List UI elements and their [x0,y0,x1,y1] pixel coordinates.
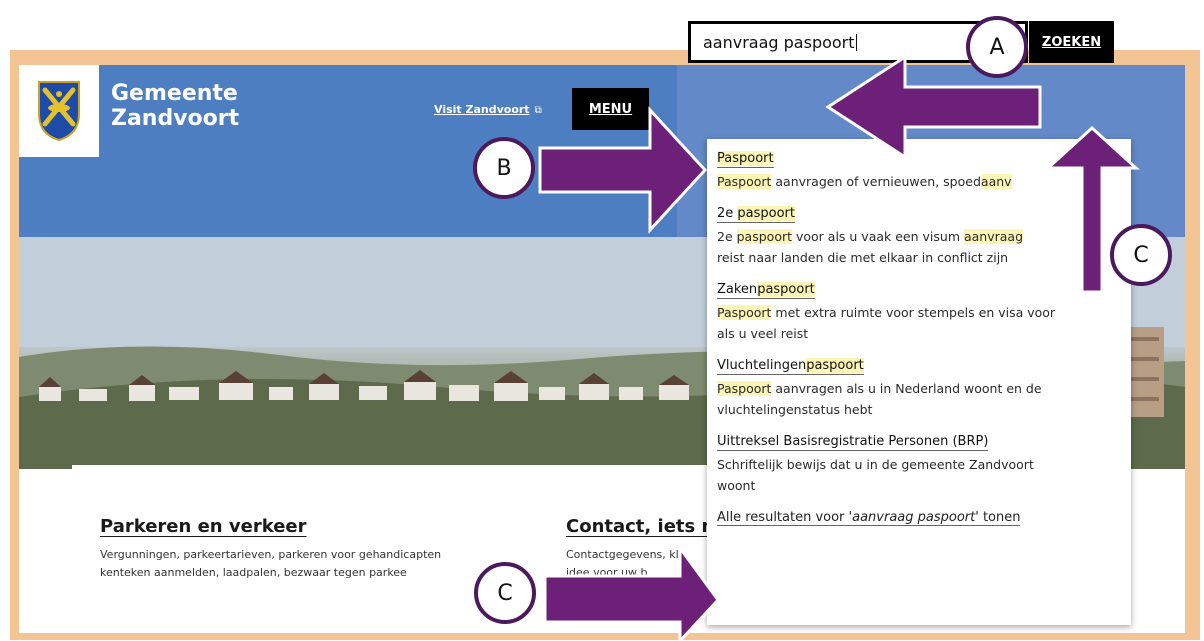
card-contact-description: Contactgegevens, kla idee voor uw b [566,546,685,582]
search-button[interactable]: ZOEKEN [1029,21,1114,63]
site-brand[interactable]: Gemeente Zandvoort [111,81,239,131]
coat-of-arms-icon [38,81,80,142]
card-contact-title[interactable]: Contact, iets m [566,516,720,537]
card-parkeren-description: Vergunningen, parkeertarieven, parkeren … [100,546,441,582]
card-parkeren-line-1: Vergunningen, parkeertarieven, parkeren … [100,548,442,561]
suggestion-description-line: 2e paspoort voor als u vaak een visum aa… [717,226,1121,247]
suggestion-desc-part: aanv [980,174,1012,189]
suggestion-description: Paspoort aanvragen of vernieuwen, spoeda… [717,171,1121,192]
suggestion-item[interactable]: Vluchtelingenpaspoort Paspoort aanvragen … [717,358,1121,420]
suggestion-description-line: Schriftelijk bewijs dat u in de gemeente… [717,454,1121,475]
card-parkeren-title[interactable]: Parkeren en verkeer [100,516,306,537]
suggestion-description-line: woont [717,478,756,493]
brand-line-2: Zandvoort [111,106,240,131]
brand-line-1: Gemeente [111,81,238,106]
suggestion-description-line: als u veel reist [717,326,809,341]
suggestion-description-line: vluchtelingenstatus hebt [717,402,873,417]
suggestion-title-part: Vluchtelingen [717,358,807,373]
suggestion-desc-part: met extra ruimte voor stempels en visa v… [771,305,1056,320]
suggestion-item[interactable]: Zakenpaspoort Paspoort met extra ruimte v… [717,282,1121,344]
suggestion-desc-part: Paspoort [717,174,772,189]
header-bar: Gemeente Zandvoort Visit Zandvoort ⧉ MENU [19,65,677,237]
callout-c-right: C [1110,224,1172,286]
suggestion-desc-part: aanvragen als u in Nederland woont en de [771,381,1042,396]
card-contact-line-2: idee voor uw b [566,566,648,579]
text-cursor [855,33,857,51]
suggestion-description-line: Paspoort met extra ruimte voor stempels … [717,302,1121,323]
suggestion-title-part: Zaken [717,282,758,297]
callout-c-bottom: C [474,562,536,624]
suggestion-description-line: Paspoort aanvragen of vernieuwen, spoeda… [717,171,1121,192]
suggestion-desc-part: 2e [717,229,737,244]
suggestion-description: 2e paspoort voor als u vaak een visum aa… [717,226,1121,268]
visit-link-label: Visit Zandvoort [434,103,530,116]
all-results-query: aanvraag paspoort [852,510,976,525]
suggestion-title-part: Uittreksel Basisregistratie Personen (BR… [717,434,989,449]
search-input-value: aanvraag paspoort [703,32,855,52]
logo[interactable] [19,65,99,157]
suggestion-title: Uittreksel Basisregistratie Personen (BR… [717,434,989,451]
suggestion-desc-part: paspoort [736,229,793,244]
suggestion-description: Schriftelijk bewijs dat u in de gemeente… [717,454,1121,496]
card-contact-line-1: Contactgegevens, kla [566,548,686,561]
suggestion-title: Paspoort [717,151,774,168]
suggestion-description: Paspoort met extra ruimte voor stempels … [717,302,1121,344]
suggestion-title-part: paspoort [757,282,815,297]
suggestion-desc-part: Paspoort [717,381,772,396]
callout-b: B [473,137,535,199]
suggestion-item[interactable]: 2e paspoort 2e paspoort voor als u vaak e… [717,206,1121,268]
suggestion-description: Paspoort aanvragen als u in Nederland wo… [717,378,1121,420]
suggestion-title-part: 2e [717,206,738,221]
external-link-icon: ⧉ [534,105,542,116]
all-results-suffix: ' tonen [975,510,1021,525]
suggestion-item[interactable]: Paspoort Paspoort aanvragen of vernieuwen… [717,151,1121,192]
suggestion-item[interactable]: Uittreksel Basisregistratie Personen (BR… [717,434,1121,496]
suggestion-title-part: paspoort [806,358,864,373]
suggestion-title: Zakenpaspoort [717,282,815,299]
suggestion-desc-part: Paspoort [717,305,772,320]
suggestion-title: Vluchtelingenpaspoort [717,358,864,375]
all-results-prefix: Alle resultaten voor ' [717,510,853,525]
callout-a: A [966,16,1028,78]
suggestion-desc-part: aanvragen of vernieuwen, spoed [771,174,981,189]
suggestion-title: 2e paspoort [717,206,795,223]
card-parkeren-line-2: kenteken aanmelden, laadpalen, bezwaar t… [100,566,407,579]
search-suggestions-dropdown: Paspoort Paspoort aanvragen of vernieuwen… [707,139,1131,625]
suggestion-desc-part: Schriftelijk bewijs dat u in de gemeente… [717,457,1034,472]
visit-zandvoort-link[interactable]: Visit Zandvoort ⧉ [434,103,542,116]
suggestion-description-line: reist naar landen die met elkaar in conf… [717,250,1009,265]
suggestion-description-line: Paspoort aanvragen als u in Nederland wo… [717,378,1121,399]
suggestion-desc-part: voor als u vaak een visum [792,229,964,244]
suggestion-desc-part: aanvraag [963,229,1024,244]
suggestion-list: Paspoort Paspoort aanvragen of vernieuwen… [717,151,1121,496]
suggestion-title-part: Paspoort [717,151,774,166]
menu-button[interactable]: MENU [572,88,649,130]
suggestion-title-part: paspoort [737,206,795,221]
all-results-link[interactable]: Alle resultaten voor 'aanvraag paspoort'… [717,510,1021,526]
